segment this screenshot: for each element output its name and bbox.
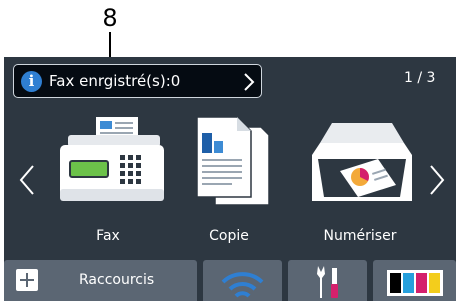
notification-text: Fax enrgistré(s):0: [49, 72, 181, 90]
toner-button[interactable]: [373, 260, 456, 301]
copy-app-label: Copie: [209, 228, 249, 244]
tools-icon: [317, 266, 338, 298]
fax-notification-bar[interactable]: i Fax enrgistré(s):0: [13, 64, 262, 98]
chevron-right-icon: [244, 73, 255, 91]
info-icon: i: [21, 71, 42, 92]
touchscreen-display: i Fax enrgistré(s):0 1 / 3 Fax Copie Num…: [4, 57, 456, 301]
shortcuts-button[interactable]: Raccourcis: [4, 260, 197, 301]
wifi-icon: [221, 272, 264, 298]
scroll-right-arrow-icon[interactable]: [428, 164, 446, 196]
page-indicator: 1 / 3: [404, 70, 436, 86]
toner-icon: [387, 270, 443, 296]
fax-machine-icon: [60, 117, 164, 201]
wifi-button[interactable]: [203, 260, 282, 301]
copy-documents-icon: [196, 116, 270, 206]
settings-button[interactable]: [288, 260, 367, 301]
scroll-left-arrow-icon[interactable]: [18, 164, 36, 196]
scan-app-label: Numériser: [323, 228, 397, 244]
bottom-bar: Raccourcis: [4, 260, 456, 301]
plus-icon: [16, 269, 38, 291]
fax-app-button[interactable]: Fax: [48, 115, 168, 255]
callout-number: 8: [102, 4, 118, 32]
copy-app-button[interactable]: Copie: [169, 115, 289, 255]
shortcuts-label: Raccourcis: [79, 272, 155, 288]
fax-app-label: Fax: [96, 228, 120, 244]
scan-app-button[interactable]: Numériser: [300, 115, 420, 255]
scanner-icon: [312, 123, 412, 201]
